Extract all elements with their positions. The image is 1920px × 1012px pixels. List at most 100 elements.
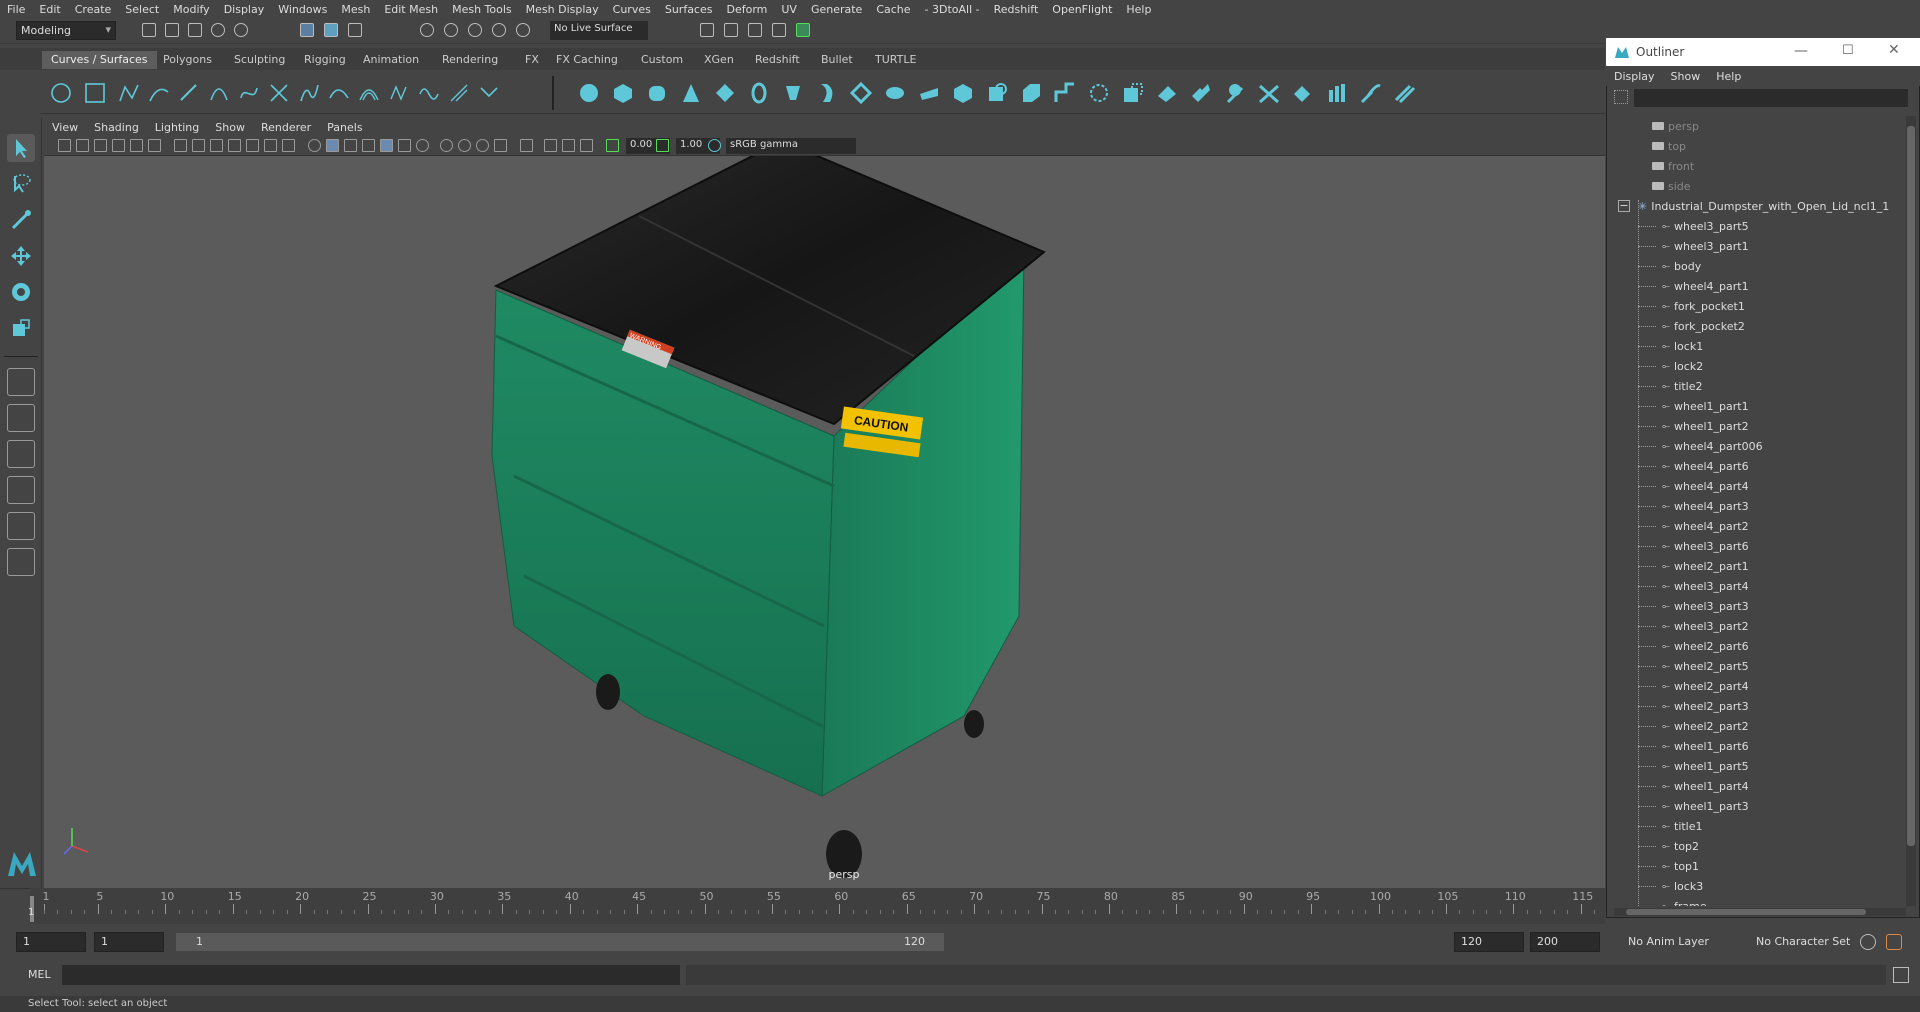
align-curve-icon[interactable] xyxy=(478,82,500,104)
outliner-item-wheel1-part2[interactable]: ⟜ wheel1_part2 xyxy=(1638,416,1749,436)
outliner-item-wheel2-part1[interactable]: ⟜ wheel2_part1 xyxy=(1638,556,1749,576)
smooth-shade-icon[interactable] xyxy=(326,139,339,152)
planar-icon[interactable] xyxy=(850,82,872,104)
shelf-tab-redshift[interactable]: Redshift xyxy=(746,51,809,69)
mel-label[interactable]: MEL xyxy=(28,968,51,981)
outliner-item-wheel2-part5[interactable]: ⟜ wheel2_part5 xyxy=(1638,656,1749,676)
exposure-icon[interactable] xyxy=(606,139,619,152)
outliner-search-input[interactable] xyxy=(1634,89,1908,107)
shelf-tab-turtle[interactable]: TURTLE xyxy=(866,51,925,69)
outliner-item-wheel3-part2[interactable]: ⟜ wheel3_part2 xyxy=(1638,616,1749,636)
wheel-back-right[interactable] xyxy=(964,710,984,738)
menu-help[interactable]: Help xyxy=(1119,3,1158,16)
shelf-tab-sculpting[interactable]: Sculpting xyxy=(225,51,294,69)
hypershade-icon[interactable] xyxy=(772,23,786,37)
anim-prefs-icon[interactable] xyxy=(1860,934,1876,950)
offset-surface-icon[interactable] xyxy=(1394,82,1416,104)
outliner-filter-icon[interactable] xyxy=(1614,90,1628,104)
outliner-item-wheel2-part4[interactable]: ⟜ wheel2_part4 xyxy=(1638,676,1749,696)
outliner-item-wheel3-part3[interactable]: ⟜ wheel3_part3 xyxy=(1638,596,1749,616)
nurbs-cube-icon[interactable] xyxy=(612,82,634,104)
time-slider-track[interactable]: 1 5 10 15 20 25 30 35 40 45 50 55 60 65 70 75 80 85 90 95 10… xyxy=(30,888,1636,924)
multisample-aa-icon[interactable] xyxy=(458,139,471,152)
outliner-item-wheel3-part1[interactable]: ⟜ wheel3_part1 xyxy=(1638,236,1749,256)
wireframe-on-shaded-icon[interactable] xyxy=(344,139,357,152)
snap-curve-icon[interactable] xyxy=(444,23,458,37)
outliner-item-wheel1-part3[interactable]: ⟜ wheel1_part3 xyxy=(1638,796,1749,816)
script-editor-icon[interactable] xyxy=(1893,967,1909,983)
outliner-item-lock1[interactable]: ⟜ lock1 xyxy=(1638,336,1703,356)
menu-windows[interactable]: Windows xyxy=(271,3,334,16)
menu-mesh-tools[interactable]: Mesh Tools xyxy=(445,3,519,16)
align-surface-icon[interactable] xyxy=(1258,82,1280,104)
single-perspective-layout-icon[interactable] xyxy=(7,368,35,396)
panel-menu-renderer[interactable]: Renderer xyxy=(253,121,319,134)
save-scene-icon[interactable] xyxy=(188,23,202,37)
outliner-root-group[interactable]: − ✳ Industrial_Dumpster_with_Open_Lid_ncl1… xyxy=(1618,196,1889,216)
redo-icon[interactable] xyxy=(234,23,248,37)
xray-components-icon[interactable] xyxy=(562,139,575,152)
outliner-camera-front[interactable]: front xyxy=(1652,156,1694,176)
menu-redshift[interactable]: Redshift xyxy=(987,3,1046,16)
range-slider-bar[interactable]: 1 120 xyxy=(176,933,944,951)
isolate-select-icon[interactable] xyxy=(494,139,507,152)
square-surface-icon[interactable] xyxy=(1020,82,1042,104)
shelf-tab-xgen[interactable]: XGen xyxy=(695,51,743,69)
intersect-surface-icon[interactable] xyxy=(1088,82,1110,104)
ipr-render-icon[interactable] xyxy=(724,23,738,37)
outliner-item-lock3[interactable]: ⟜ lock3 xyxy=(1638,876,1703,896)
shelf-tab-curves-surfaces[interactable]: Curves / Surfaces xyxy=(42,51,157,69)
dumpster-model[interactable]: WARNING CAUTION xyxy=(44,156,1605,888)
shelf-tab-rigging[interactable]: Rigging xyxy=(295,51,355,69)
cv-curve-icon[interactable] xyxy=(118,82,140,104)
snap-grid-icon[interactable] xyxy=(420,23,434,37)
menu-uv[interactable]: UV xyxy=(774,3,804,16)
playback-end-field[interactable]: 120 xyxy=(1454,932,1524,952)
outliner-menu-help[interactable]: Help xyxy=(1708,70,1749,83)
outliner-item-title2[interactable]: ⟜ title2 xyxy=(1638,376,1703,396)
menu-mesh-display[interactable]: Mesh Display xyxy=(519,3,606,16)
outliner-item-wheel2-part6[interactable]: ⟜ wheel2_part6 xyxy=(1638,636,1749,656)
nurbs-plane-icon[interactable] xyxy=(714,82,736,104)
outliner-item-title1[interactable]: ⟜ title1 xyxy=(1638,816,1703,836)
outliner-item-wheel1-part5[interactable]: ⟜ wheel1_part5 xyxy=(1638,756,1749,776)
bevel-plus-icon[interactable] xyxy=(952,82,974,104)
color-space-dropdown[interactable]: sRGB gamma xyxy=(726,138,856,154)
snap-point-icon[interactable] xyxy=(468,23,482,37)
project-curve-icon[interactable] xyxy=(1054,82,1076,104)
outliner-item-frame[interactable]: ⟜ frame xyxy=(1638,896,1707,906)
menu-display[interactable]: Display xyxy=(217,3,272,16)
scale-tool-icon[interactable] xyxy=(7,314,35,342)
attach-curve-icon[interactable] xyxy=(418,82,440,104)
persp-graph-layout-icon[interactable] xyxy=(7,476,35,504)
ep-curve-icon[interactable] xyxy=(148,82,170,104)
outliner-menu-display[interactable]: Display xyxy=(1606,70,1663,83)
wheel-front-left[interactable] xyxy=(596,674,620,710)
outliner-camera-persp[interactable]: persp xyxy=(1652,116,1699,136)
textured-icon[interactable] xyxy=(362,139,375,152)
safe-action-icon[interactable] xyxy=(264,139,277,152)
menu-mesh[interactable]: Mesh xyxy=(334,3,377,16)
camera-icon[interactable] xyxy=(58,139,71,152)
outliner-item-top2[interactable]: ⟜ top2 xyxy=(1638,836,1699,856)
outliner-item-wheel3-part5[interactable]: ⟜ wheel3_part5 xyxy=(1638,216,1749,236)
nurbs-circle-icon[interactable] xyxy=(50,82,72,104)
outliner-item-wheel4-part006[interactable]: ⟜ wheel4_part006 xyxy=(1638,436,1763,456)
shelf-tab-fx-caching[interactable]: FX Caching xyxy=(547,51,627,69)
depth-of-field-icon[interactable] xyxy=(476,139,489,152)
panel-menu-panels[interactable]: Panels xyxy=(319,121,370,134)
outliner-item-wheel3-part6[interactable]: ⟜ wheel3_part6 xyxy=(1638,536,1749,556)
extend-curve-icon[interactable] xyxy=(328,82,350,104)
outliner-layout-icon[interactable] xyxy=(7,548,35,576)
outliner-camera-top[interactable]: top xyxy=(1652,136,1686,156)
use-lights-icon[interactable] xyxy=(380,139,393,152)
perspective-viewport[interactable]: WARNING CAUTION persp xyxy=(44,156,1605,888)
insert-isoparm-icon[interactable] xyxy=(1326,82,1348,104)
shelf-tab-rendering[interactable]: Rendering xyxy=(433,51,507,69)
outliner-item-top1[interactable]: ⟜ top1 xyxy=(1638,856,1699,876)
menu-file[interactable]: File xyxy=(0,3,32,16)
boundary-icon[interactable] xyxy=(986,82,1008,104)
shelf-tab-custom[interactable]: Custom xyxy=(632,51,692,69)
outliner-item-wheel2-part3[interactable]: ⟜ wheel2_part3 xyxy=(1638,696,1749,716)
loft-icon[interactable] xyxy=(816,82,838,104)
